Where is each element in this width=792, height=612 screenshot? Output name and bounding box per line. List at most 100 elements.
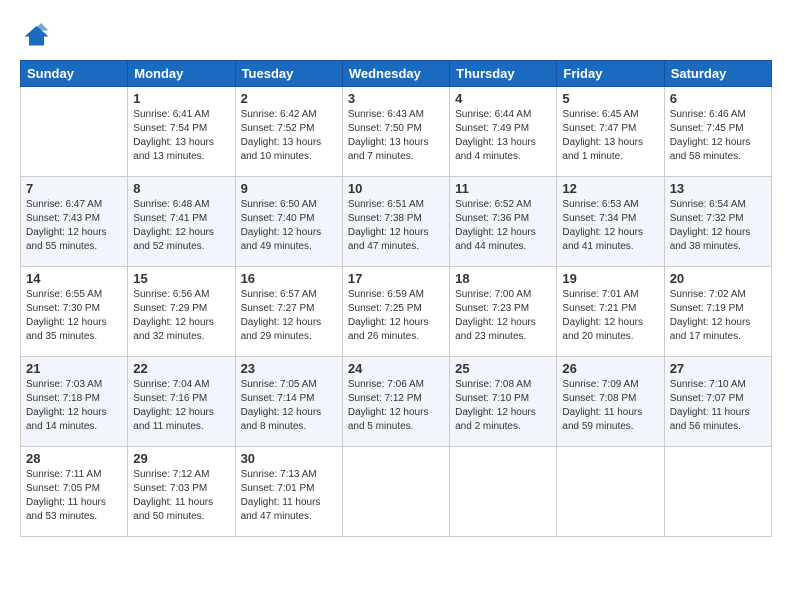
calendar-cell bbox=[664, 447, 771, 537]
day-info: Sunrise: 7:03 AMSunset: 7:18 PMDaylight:… bbox=[26, 378, 122, 434]
day-number: 21 bbox=[26, 361, 122, 376]
calendar-cell: 10 Sunrise: 6:51 AMSunset: 7:38 PMDayligh… bbox=[342, 177, 449, 267]
calendar-cell: 3 Sunrise: 6:43 AMSunset: 7:50 PMDaylight… bbox=[342, 87, 449, 177]
day-number: 2 bbox=[241, 91, 337, 106]
calendar-cell: 9 Sunrise: 6:50 AMSunset: 7:40 PMDaylight… bbox=[235, 177, 342, 267]
calendar-cell: 13Sunrise: 6:54 AMSunset: 7:32 PMDayligh… bbox=[664, 177, 771, 267]
day-number: 10 bbox=[348, 181, 444, 196]
day-number: 18 bbox=[455, 271, 551, 286]
day-info: Sunrise: 6:41 AMSunset: 7:54 PMDaylight:… bbox=[133, 108, 229, 164]
day-number: 22 bbox=[133, 361, 229, 376]
day-info: Sunrise: 6:52 AMSunset: 7:36 PMDaylight:… bbox=[455, 198, 551, 254]
calendar-cell: 20 Sunrise: 7:02 AMSunset: 7:19 PMDayligh… bbox=[664, 267, 771, 357]
calendar-cell: 7 Sunrise: 6:47 AMSunset: 7:43 PMDaylight… bbox=[21, 177, 128, 267]
day-number: 27 bbox=[670, 361, 766, 376]
day-number: 6 bbox=[670, 91, 766, 106]
day-info: Sunrise: 6:55 AMSunset: 7:30 PMDaylight:… bbox=[26, 288, 122, 344]
day-number: 8 bbox=[133, 181, 229, 196]
calendar-cell: 21 Sunrise: 7:03 AMSunset: 7:18 PMDayligh… bbox=[21, 357, 128, 447]
calendar-cell: 2 Sunrise: 6:42 AMSunset: 7:52 PMDaylight… bbox=[235, 87, 342, 177]
day-info: Sunrise: 6:45 AMSunset: 7:47 PMDaylight:… bbox=[562, 108, 658, 164]
day-number: 7 bbox=[26, 181, 122, 196]
calendar-cell: 24Sunrise: 7:06 AMSunset: 7:12 PMDayligh… bbox=[342, 357, 449, 447]
calendar-header-row: SundayMondayTuesdayWednesdayThursdayFrid… bbox=[21, 61, 772, 87]
calendar-cell: 30Sunrise: 7:13 AMSunset: 7:01 PMDayligh… bbox=[235, 447, 342, 537]
calendar-table: SundayMondayTuesdayWednesdayThursdayFrid… bbox=[20, 60, 772, 537]
calendar-cell: 1 Sunrise: 6:41 AMSunset: 7:54 PMDaylight… bbox=[128, 87, 235, 177]
day-number: 28 bbox=[26, 451, 122, 466]
calendar-cell: 23 Sunrise: 7:05 AMSunset: 7:14 PMDayligh… bbox=[235, 357, 342, 447]
day-number: 11 bbox=[455, 181, 551, 196]
day-info: Sunrise: 6:47 AMSunset: 7:43 PMDaylight:… bbox=[26, 198, 122, 254]
day-number: 23 bbox=[241, 361, 337, 376]
day-info: Sunrise: 6:43 AMSunset: 7:50 PMDaylight:… bbox=[348, 108, 444, 164]
calendar-week-row: 7 Sunrise: 6:47 AMSunset: 7:43 PMDaylight… bbox=[21, 177, 772, 267]
calendar-cell: 5Sunrise: 6:45 AMSunset: 7:47 PMDaylight… bbox=[557, 87, 664, 177]
day-number: 15 bbox=[133, 271, 229, 286]
day-info: Sunrise: 7:05 AMSunset: 7:14 PMDaylight:… bbox=[241, 378, 337, 434]
day-info: Sunrise: 7:13 AMSunset: 7:01 PMDaylight:… bbox=[241, 468, 337, 524]
day-info: Sunrise: 6:42 AMSunset: 7:52 PMDaylight:… bbox=[241, 108, 337, 164]
day-number: 14 bbox=[26, 271, 122, 286]
day-number: 19 bbox=[562, 271, 658, 286]
calendar-header-wednesday: Wednesday bbox=[342, 61, 449, 87]
day-info: Sunrise: 6:57 AMSunset: 7:27 PMDaylight:… bbox=[241, 288, 337, 344]
day-info: Sunrise: 7:04 AMSunset: 7:16 PMDaylight:… bbox=[133, 378, 229, 434]
calendar-cell bbox=[557, 447, 664, 537]
day-number: 25 bbox=[455, 361, 551, 376]
day-info: Sunrise: 7:02 AMSunset: 7:19 PMDaylight:… bbox=[670, 288, 766, 344]
calendar-week-row: 21 Sunrise: 7:03 AMSunset: 7:18 PMDayligh… bbox=[21, 357, 772, 447]
day-info: Sunrise: 7:09 AMSunset: 7:08 PMDaylight:… bbox=[562, 378, 658, 434]
calendar-cell: 29 Sunrise: 7:12 AMSunset: 7:03 PMDayligh… bbox=[128, 447, 235, 537]
calendar-cell: 27 Sunrise: 7:10 AMSunset: 7:07 PMDayligh… bbox=[664, 357, 771, 447]
calendar-cell bbox=[342, 447, 449, 537]
day-number: 26 bbox=[562, 361, 658, 376]
calendar-cell: 19 Sunrise: 7:01 AMSunset: 7:21 PMDayligh… bbox=[557, 267, 664, 357]
calendar-header-monday: Monday bbox=[128, 61, 235, 87]
day-info: Sunrise: 6:50 AMSunset: 7:40 PMDaylight:… bbox=[241, 198, 337, 254]
day-info: Sunrise: 6:56 AMSunset: 7:29 PMDaylight:… bbox=[133, 288, 229, 344]
day-info: Sunrise: 6:48 AMSunset: 7:41 PMDaylight:… bbox=[133, 198, 229, 254]
day-info: Sunrise: 7:11 AMSunset: 7:05 PMDaylight:… bbox=[26, 468, 122, 524]
calendar-cell: 4Sunrise: 6:44 AMSunset: 7:49 PMDaylight… bbox=[450, 87, 557, 177]
day-number: 17 bbox=[348, 271, 444, 286]
day-info: Sunrise: 6:46 AMSunset: 7:45 PMDaylight:… bbox=[670, 108, 766, 164]
day-number: 24 bbox=[348, 361, 444, 376]
day-number: 16 bbox=[241, 271, 337, 286]
day-info: Sunrise: 7:10 AMSunset: 7:07 PMDaylight:… bbox=[670, 378, 766, 434]
calendar-cell: 11 Sunrise: 6:52 AMSunset: 7:36 PMDayligh… bbox=[450, 177, 557, 267]
calendar-header-thursday: Thursday bbox=[450, 61, 557, 87]
calendar-week-row: 1 Sunrise: 6:41 AMSunset: 7:54 PMDaylight… bbox=[21, 87, 772, 177]
calendar-cell: 14 Sunrise: 6:55 AMSunset: 7:30 PMDayligh… bbox=[21, 267, 128, 357]
day-number: 4 bbox=[455, 91, 551, 106]
logo-icon bbox=[20, 20, 50, 50]
calendar-header-friday: Friday bbox=[557, 61, 664, 87]
day-number: 29 bbox=[133, 451, 229, 466]
day-number: 3 bbox=[348, 91, 444, 106]
calendar-cell bbox=[21, 87, 128, 177]
day-info: Sunrise: 7:01 AMSunset: 7:21 PMDaylight:… bbox=[562, 288, 658, 344]
calendar-cell: 28 Sunrise: 7:11 AMSunset: 7:05 PMDayligh… bbox=[21, 447, 128, 537]
day-info: Sunrise: 7:08 AMSunset: 7:10 PMDaylight:… bbox=[455, 378, 551, 434]
calendar-cell: 8 Sunrise: 6:48 AMSunset: 7:41 PMDaylight… bbox=[128, 177, 235, 267]
logo bbox=[20, 20, 56, 50]
calendar-header-saturday: Saturday bbox=[664, 61, 771, 87]
day-number: 1 bbox=[133, 91, 229, 106]
calendar-header-tuesday: Tuesday bbox=[235, 61, 342, 87]
day-number: 9 bbox=[241, 181, 337, 196]
calendar-cell: 18 Sunrise: 7:00 AMSunset: 7:23 PMDayligh… bbox=[450, 267, 557, 357]
day-info: Sunrise: 6:51 AMSunset: 7:38 PMDaylight:… bbox=[348, 198, 444, 254]
calendar-cell: 17 Sunrise: 6:59 AMSunset: 7:25 PMDayligh… bbox=[342, 267, 449, 357]
calendar-cell: 6 Sunrise: 6:46 AMSunset: 7:45 PMDaylight… bbox=[664, 87, 771, 177]
day-info: Sunrise: 7:00 AMSunset: 7:23 PMDaylight:… bbox=[455, 288, 551, 344]
day-info: Sunrise: 6:53 AMSunset: 7:34 PMDaylight:… bbox=[562, 198, 658, 254]
calendar-cell: 26 Sunrise: 7:09 AMSunset: 7:08 PMDayligh… bbox=[557, 357, 664, 447]
calendar-cell: 15 Sunrise: 6:56 AMSunset: 7:29 PMDayligh… bbox=[128, 267, 235, 357]
calendar-cell: 25 Sunrise: 7:08 AMSunset: 7:10 PMDayligh… bbox=[450, 357, 557, 447]
calendar-header-sunday: Sunday bbox=[21, 61, 128, 87]
day-info: Sunrise: 7:12 AMSunset: 7:03 PMDaylight:… bbox=[133, 468, 229, 524]
day-number: 20 bbox=[670, 271, 766, 286]
day-info: Sunrise: 6:59 AMSunset: 7:25 PMDaylight:… bbox=[348, 288, 444, 344]
calendar-cell bbox=[450, 447, 557, 537]
day-info: Sunrise: 6:54 AMSunset: 7:32 PMDaylight:… bbox=[670, 198, 766, 254]
